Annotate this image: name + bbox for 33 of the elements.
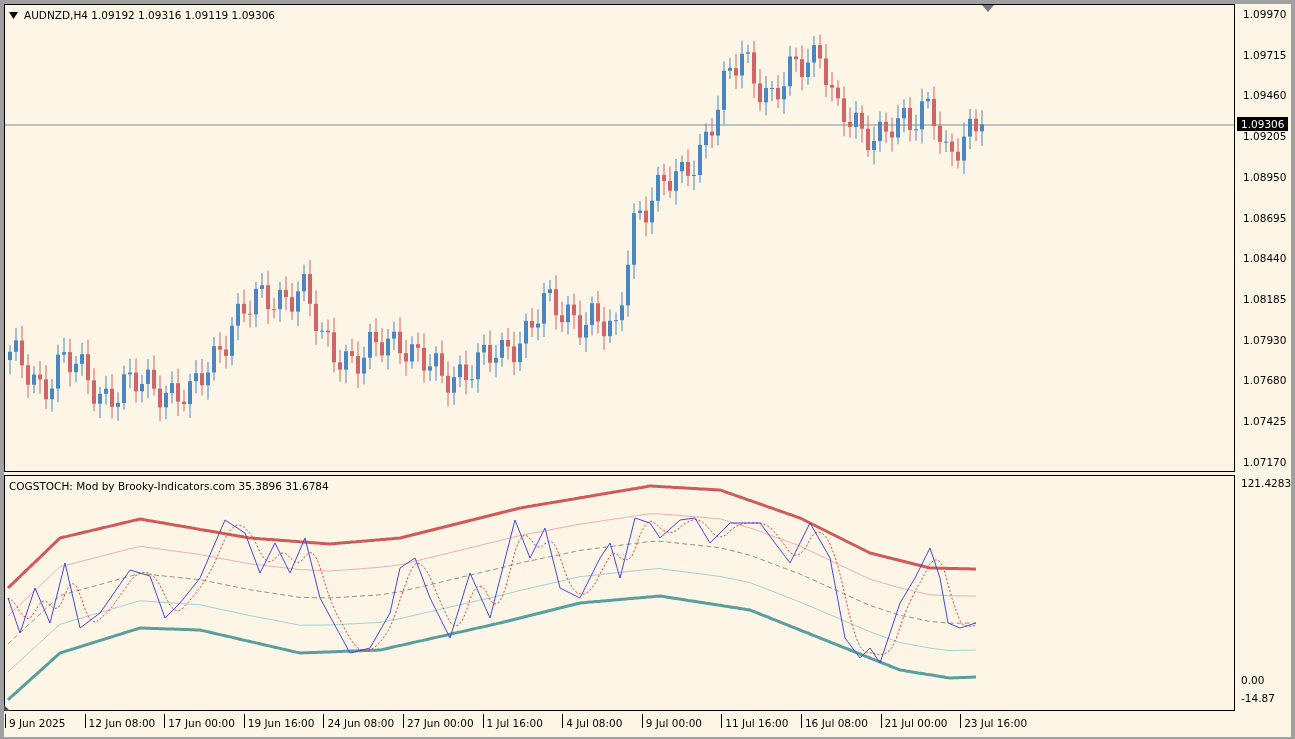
time-label: 23 Jul 16:00 xyxy=(960,714,1040,728)
price-label: 1.07170 xyxy=(1242,455,1288,469)
price-label: 1.07930 xyxy=(1242,333,1288,347)
indicator-value-label: -14.87 xyxy=(1241,692,1275,704)
price-label: 1.09460 xyxy=(1242,89,1288,103)
dropdown-triangle-icon[interactable] xyxy=(9,11,18,19)
indicator-value-label: 0.00 xyxy=(1241,674,1265,686)
time-label: 11 Jul 16:00 xyxy=(721,714,801,728)
chart-header: AUDNZD,H4 1.09192 1.09316 1.09119 1.09306 xyxy=(24,9,276,21)
price-label: 1.08950 xyxy=(1242,170,1288,184)
time-label: 24 Jun 08:00 xyxy=(323,714,403,728)
price-label: 1.09715 xyxy=(1242,48,1288,62)
price-label: 1.07680 xyxy=(1242,374,1288,388)
price-label: 1.08440 xyxy=(1242,252,1288,266)
time-label: 1 Jul 16:00 xyxy=(482,714,563,728)
indicator-header: COGSTOCH: Mod by Brooky-Indicators.com 35.3896 31.6784 xyxy=(9,480,329,492)
price-label: 1.08185 xyxy=(1242,293,1288,307)
time-label: 27 Jun 00:00 xyxy=(402,714,483,728)
current-price-label: 1.09306 xyxy=(1237,117,1289,131)
time-label: 21 Jul 00:00 xyxy=(880,714,961,728)
time-label: 9 Jul 00:00 xyxy=(641,714,722,728)
indicator-value-label: 121.4283 xyxy=(1241,477,1292,489)
price-label: 1.09205 xyxy=(1242,130,1288,144)
shift-marker-icon[interactable] xyxy=(982,5,994,12)
time-label: 12 Jun 08:00 xyxy=(84,714,165,728)
price-label: 1.08695 xyxy=(1242,211,1288,225)
time-label: 17 Jun 00:00 xyxy=(164,714,244,728)
time-label: 16 Jul 08:00 xyxy=(800,714,881,728)
price-label: 1.07425 xyxy=(1242,415,1288,429)
price-label: 1.09970 xyxy=(1242,8,1288,21)
time-label: 9 Jun 2025 xyxy=(5,714,85,728)
time-label: 4 Jul 08:00 xyxy=(562,714,642,728)
time-label: 19 Jun 16:00 xyxy=(243,714,324,728)
